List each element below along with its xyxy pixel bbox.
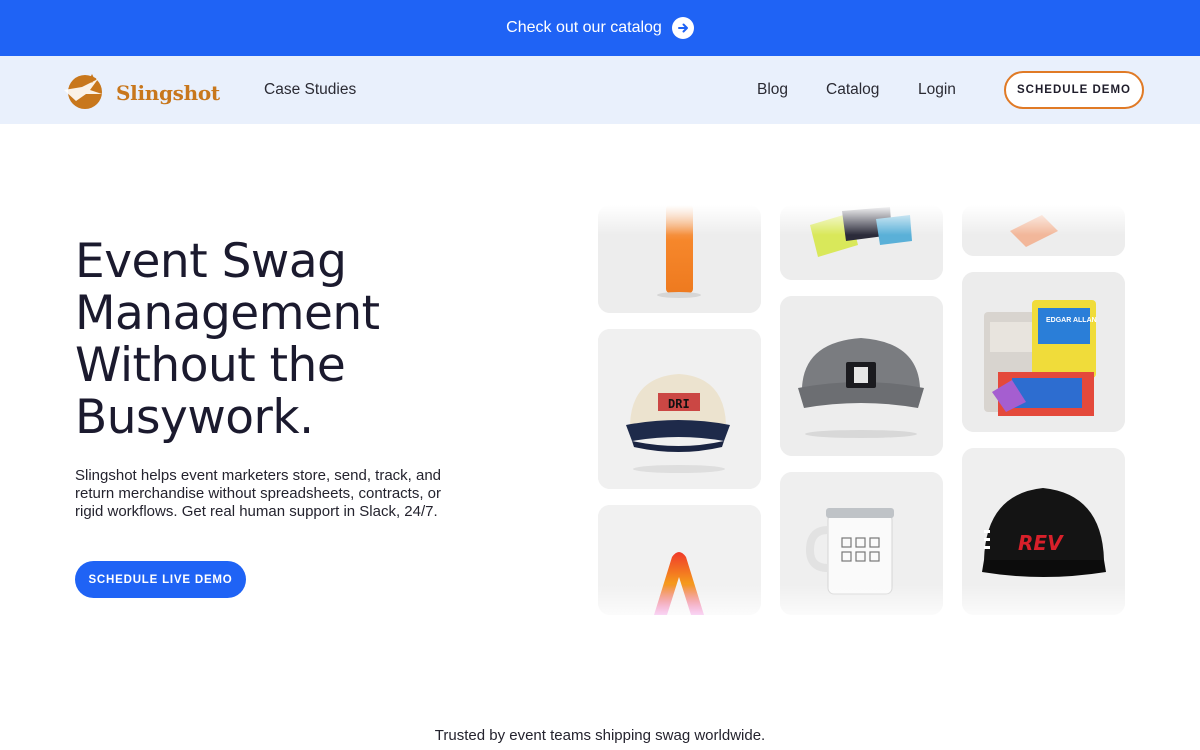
nav-link-login[interactable]: Login xyxy=(918,56,956,124)
nav-link-case-studies[interactable]: Case Studies xyxy=(264,56,356,124)
hero-title: Event Swag Management Without the Busywo… xyxy=(75,236,495,444)
grid-fade-bottom xyxy=(590,585,1135,625)
announcement-text[interactable]: Check out our catalog xyxy=(506,19,662,37)
hero-title-line: Management xyxy=(75,286,380,341)
schedule-demo-button[interactable]: SCHEDULE DEMO xyxy=(1004,71,1144,109)
slingshot-logo-icon xyxy=(62,70,108,115)
black-cap-text: REV xyxy=(1018,531,1064,555)
hero-title-line: Without the xyxy=(75,338,346,393)
announcement-bar[interactable]: Check out our catalog xyxy=(0,0,1200,56)
product-tile-gray-cap xyxy=(780,296,943,456)
product-tile-beige-cap: DRI xyxy=(598,329,761,489)
beige-cap-image: DRI xyxy=(598,329,761,489)
main-nav: Slingshot Case Studies Blog Catalog Logi… xyxy=(0,56,1200,124)
socks-text: EDGAR ALLAN xyxy=(1046,317,1097,324)
trusted-by-text: Trusted by event teams shipping swag wor… xyxy=(434,727,766,744)
beige-cap-text: DRI xyxy=(668,397,690,411)
grid-fade-top xyxy=(590,205,1135,235)
socks-image: EDGAR ALLAN xyxy=(962,272,1125,432)
hero-title-line: Busywork. xyxy=(75,390,314,445)
schedule-live-demo-button[interactable]: SCHEDULE LIVE DEMO xyxy=(75,561,246,598)
gray-cap-image xyxy=(780,296,943,456)
logo-text: Slingshot xyxy=(116,80,220,105)
product-tile-socks: EDGAR ALLAN xyxy=(962,272,1125,432)
hero-title-line: Event Swag xyxy=(75,234,347,289)
hero-description: Slingshot helps event marketers store, s… xyxy=(75,467,442,520)
nav-link-blog[interactable]: Blog xyxy=(757,56,788,124)
logo[interactable]: Slingshot xyxy=(62,70,220,115)
nav-link-catalog[interactable]: Catalog xyxy=(826,56,879,124)
arrow-right-icon[interactable] xyxy=(671,17,694,39)
